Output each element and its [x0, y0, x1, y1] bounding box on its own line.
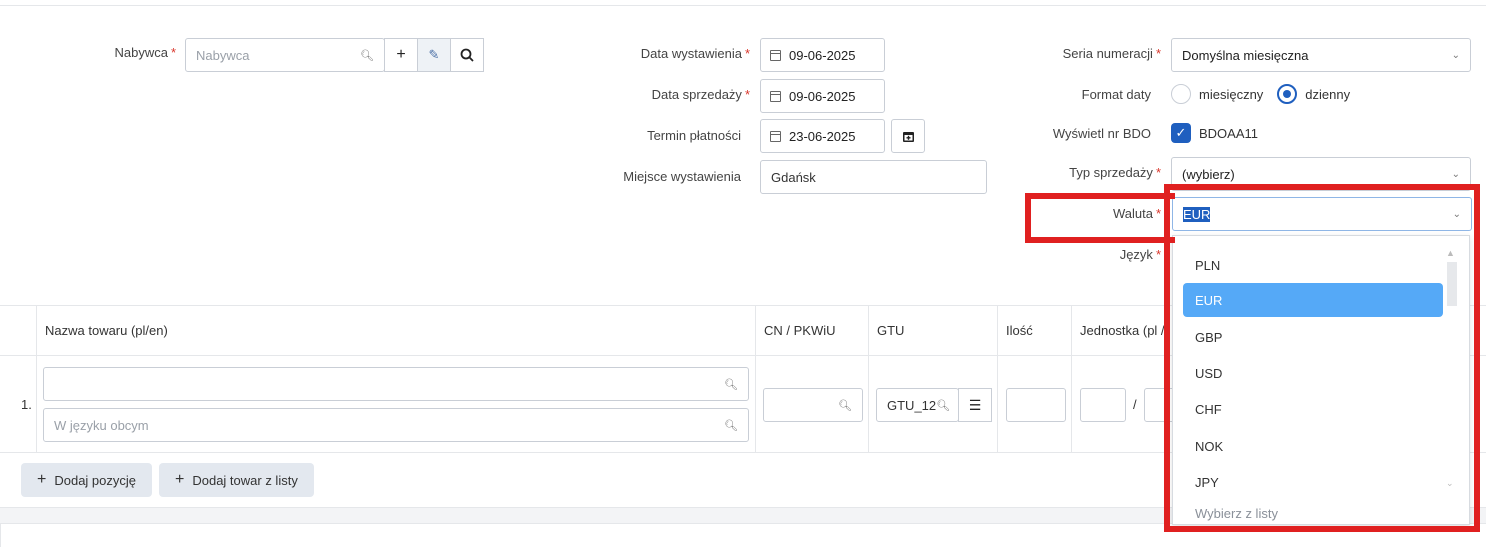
- cn-input[interactable]: 🔍︎: [763, 388, 863, 422]
- radio-daily-label: dzienny: [1305, 86, 1351, 102]
- gtu-input[interactable]: GTU_12 🔍︎: [876, 388, 959, 422]
- radio-monthly-label: miesięczny: [1199, 86, 1264, 102]
- column-divider: [36, 356, 37, 452]
- highlight-box-currency-label: [1025, 193, 1175, 243]
- plus-icon: +: [396, 46, 406, 63]
- add-from-list-button[interactable]: + Dodaj towar z listy: [159, 463, 314, 497]
- magnifier-icon: [460, 48, 474, 62]
- radio-monthly[interactable]: [1171, 84, 1191, 104]
- place-input[interactable]: Gdańsk: [760, 160, 987, 194]
- col-name-header: Nazwa towaru (pl/en): [36, 305, 756, 356]
- issue-date-label: Data wystawienia *: [640, 46, 750, 61]
- gtu-list-button[interactable]: ☰: [958, 388, 992, 422]
- top-divider: [0, 5, 1486, 6]
- col-qty-header: Ilość: [997, 305, 1072, 356]
- search-icon: 🔍︎: [838, 399, 852, 412]
- calendar-plus-icon: [902, 131, 914, 142]
- unit-pl-input[interactable]: [1080, 388, 1126, 422]
- buyer-label: Nabywca *: [114, 45, 176, 60]
- date-format-group: miesięczny dzienny: [1171, 84, 1350, 104]
- due-date-picker-button[interactable]: [891, 119, 925, 153]
- date-format-label: Format daty: [1081, 87, 1151, 102]
- col-cn-header: CN / PKWiU: [755, 305, 869, 356]
- language-label: Język *: [1119, 247, 1161, 262]
- col-unit-header: Jednostka (pl /: [1071, 305, 1171, 356]
- plus-icon: +: [175, 471, 185, 488]
- product-foreign-name-input[interactable]: W języku obcym 🔍︎: [43, 408, 749, 442]
- edit-buyer-button[interactable]: ✎: [417, 38, 451, 72]
- calendar-icon: [770, 49, 781, 61]
- search-icon: 🔍︎: [724, 419, 738, 432]
- due-date-input[interactable]: 23-06-2025: [760, 119, 885, 153]
- search-icon: 🔍︎: [360, 49, 374, 62]
- bdo-group: ✓ BDOAA11: [1171, 123, 1258, 143]
- sale-type-label: Typ sprzedaży *: [1069, 165, 1161, 180]
- product-name-input[interactable]: 🔍︎: [43, 367, 749, 401]
- bdo-value: BDOAA11: [1199, 125, 1259, 141]
- col-gtu-header: GTU: [868, 305, 998, 356]
- series-select[interactable]: Domyślna miesięczna ⌄: [1171, 38, 1471, 72]
- place-label: Miejsce wystawienia: [623, 169, 741, 184]
- sale-date-label: Data sprzedaży *: [651, 87, 750, 102]
- search-buyer-button[interactable]: [450, 38, 484, 72]
- chevron-down-icon: ⌄: [1451, 49, 1460, 61]
- radio-daily[interactable]: [1277, 84, 1298, 104]
- edit-icon: ✎: [428, 47, 440, 62]
- calendar-icon: [770, 130, 781, 142]
- unit-separator: /: [1133, 397, 1137, 412]
- column-divider: [997, 356, 998, 452]
- add-buyer-button[interactable]: +: [384, 38, 418, 72]
- chevron-down-icon: ⌄: [1451, 168, 1460, 180]
- buyer-input[interactable]: Nabywca 🔍︎: [185, 38, 385, 72]
- bdo-checkbox[interactable]: ✓: [1171, 123, 1191, 143]
- series-label: Seria numeracji *: [1062, 46, 1161, 61]
- highlight-box-currency-dropdown: [1164, 184, 1480, 532]
- sale-date-input[interactable]: 09-06-2025: [760, 79, 885, 113]
- issue-date-input[interactable]: 09-06-2025: [760, 38, 885, 72]
- due-date-label: Termin płatności: [647, 128, 741, 143]
- bdo-label: Wyświetl nr BDO: [1052, 126, 1151, 141]
- search-icon: 🔍︎: [724, 378, 738, 391]
- calendar-icon: [770, 90, 781, 102]
- add-position-button[interactable]: + Dodaj pozycję: [21, 463, 152, 497]
- list-icon: ☰: [968, 396, 982, 413]
- plus-icon: +: [37, 471, 47, 488]
- column-divider: [755, 356, 756, 452]
- search-icon: 🔍︎: [936, 399, 951, 412]
- column-divider: [1071, 356, 1072, 452]
- column-divider: [868, 356, 869, 452]
- quantity-input[interactable]: [1006, 388, 1066, 422]
- row-number: 1.: [21, 397, 32, 412]
